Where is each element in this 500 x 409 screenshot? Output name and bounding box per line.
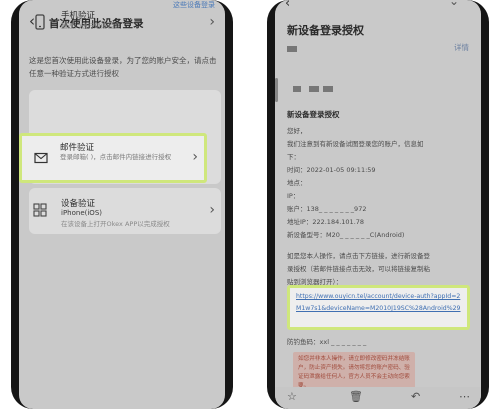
mail-toolbar: ☆ 🗑 ↶ ⋯ [275, 387, 481, 409]
mail-instruction: 如是您本人操作，请点击下方链接，进行新设备登 [287, 252, 430, 260]
trash-icon[interactable]: 🗑 [349, 390, 363, 403]
chevron-left-icon[interactable]: ‹ [285, 0, 290, 11]
sender-avatar [287, 46, 297, 52]
email-verify-title: 邮件验证 [60, 143, 95, 153]
mail-device: 新设备型号：M20_ _ _ _ _ _C(Android) [287, 231, 405, 239]
email-verify-option[interactable]: 邮件验证 登录邮箱( )，点击邮件内链接进行授权 › [19, 133, 207, 183]
phone-verify-title: 手机验证 [61, 11, 96, 21]
mail-ip-label: IP： [287, 192, 300, 200]
device-verify-title: 设备验证 [61, 199, 96, 209]
mail-time: 时间：2022-01-05 09:11:59 [287, 166, 376, 174]
warning-box: 如您并非本人操作，请立即修改密码并冻结账户，防止资产损失。请勿将您的账户密码、验… [293, 352, 415, 392]
mail-greeting: 您好， [287, 127, 307, 135]
mail-icon [34, 152, 48, 164]
mail-instruction: 录授权（若邮件链接点击无效，可以将链接复制粘 [287, 265, 430, 273]
detail-link[interactable]: 详情 [454, 42, 469, 53]
intro-text: 这是您首次使用此设备登录，为了您的账户安全，请点击任意一种验证方式进行授权 [29, 56, 217, 78]
more-icon[interactable]: ⋯ [459, 390, 470, 403]
redacted-block [309, 86, 319, 92]
redacted-block [323, 86, 333, 92]
mail-ip-address: 地址IP：222.184.101.78 [287, 218, 365, 226]
scrollbar[interactable] [275, 78, 278, 102]
chevron-right-icon: › [192, 149, 198, 165]
mail-heading: 新设备登录授权 [287, 110, 340, 119]
phone-verify-option[interactable]: 手机验证 通过( )进行短信验证 › [19, 4, 225, 44]
left-phone: ‹ 首次使用此设备登录 这些设备登录 这是您首次使用此设备登录，为了您的账户安全… [11, 0, 233, 409]
grid-icon [33, 203, 47, 217]
reply-icon[interactable]: ↶ [411, 390, 420, 403]
auth-link-box[interactable]: https://www.ouyicn.tel/account/device-au… [287, 285, 470, 330]
star-icon[interactable]: ☆ [287, 390, 297, 403]
mail-account-text: 账户：138_ _ _ _ _ _ _972 [287, 205, 367, 213]
nav-arrows-icon[interactable]: ⌃⌄ [429, 0, 469, 8]
redacted-block [293, 86, 301, 92]
anti-phishing-code: 防钓鱼码：xxl _ _ _ _ _ _ _ [287, 338, 367, 346]
auth-link[interactable]: https://www.ouyicn.tel/account/device-au… [296, 291, 464, 315]
mail-subject: 新设备登录授权 [287, 24, 364, 37]
device-verify-option[interactable]: 设备验证 iPhone(iOS) 在该设备上打开Okex APP以完成授权 › [19, 192, 225, 232]
chevron-right-icon: › [209, 202, 215, 218]
right-phone: ‹ ⌃⌄ 新设备登录授权 详情 新设备登录授权 您好， 我们注意到有新设备试图登… [267, 0, 489, 409]
device-name: iPhone(iOS) [61, 209, 102, 217]
email-verify-subtitle: 登录邮箱( )，点击邮件内链接进行授权 [60, 153, 172, 161]
mail-line: 我们注意到有新设备试图登录您的账户，信息如 [287, 140, 424, 148]
mail-location: 地点： [287, 179, 307, 187]
mail-line: 下： [287, 153, 300, 161]
left-screen: ‹ 首次使用此设备登录 这些设备登录 这是您首次使用此设备登录，为了您的账户安全… [19, 0, 225, 409]
phone-icon [35, 14, 45, 30]
right-screen: ‹ ⌃⌄ 新设备登录授权 详情 新设备登录授权 您好， 我们注意到有新设备试图登… [275, 0, 481, 409]
mail-account: 账户：138_ _ _ _ _ _ _972 [287, 203, 477, 216]
device-verify-subtitle: 在该设备上打开Okex APP以完成授权 [61, 220, 170, 228]
phone-verify-subtitle: 通过( )进行短信验证 [61, 22, 121, 30]
chevron-right-icon: › [209, 14, 215, 30]
mail-body: 新设备登录授权 您好， 我们注意到有新设备试图登录您的账户，信息如 下： 时间：… [287, 108, 477, 289]
